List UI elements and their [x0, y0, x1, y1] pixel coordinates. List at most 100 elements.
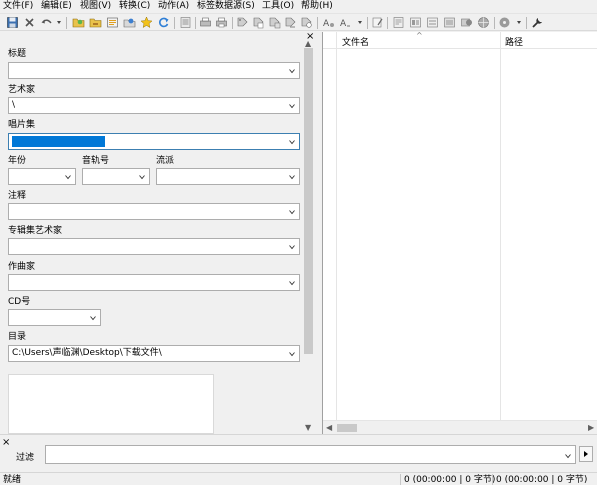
text-format-icon[interactable]: A — [339, 16, 352, 29]
tag-panel-scrollbar[interactable]: ▲ ▼ — [302, 40, 316, 432]
file-list-hscrollbar[interactable]: ◀ ▶ — [323, 420, 597, 434]
web-icon[interactable] — [477, 16, 490, 29]
disc-icon[interactable] — [498, 16, 511, 29]
toolbar-separator — [317, 17, 318, 29]
scrollbar-thumb[interactable] — [304, 48, 313, 354]
tag-panel: × 标题 艺术家 \ 唱片集 年份 音轨号 流派 注释 专辑集艺术家 作曲家 C… — [0, 32, 318, 434]
play-icon — [584, 451, 588, 457]
album-artist-field[interactable] — [8, 238, 300, 255]
print-icon[interactable] — [199, 16, 212, 29]
title-field[interactable] — [8, 62, 300, 79]
menu-convert[interactable]: 转换(C) — [119, 0, 150, 13]
toolbar-separator — [195, 17, 196, 29]
favorite-icon[interactable] — [140, 16, 153, 29]
case-conversion-icon[interactable]: A — [322, 16, 335, 29]
status-separator — [400, 474, 401, 485]
sort-ascending-icon: ^ — [416, 31, 423, 40]
chevron-down-icon[interactable] — [289, 139, 295, 145]
tag-to-filename-icon[interactable] — [236, 16, 249, 29]
file-list[interactable]: 文件名 ^ 路径 ◀ ▶ — [322, 31, 597, 434]
filter-close-button[interactable]: × — [2, 438, 10, 448]
album-field[interactable] — [8, 133, 300, 150]
column-divider[interactable] — [500, 32, 501, 422]
disc-label: CD号 — [8, 297, 31, 307]
tools-icon[interactable] — [531, 16, 544, 29]
undo-icon[interactable] — [40, 16, 53, 29]
disc-dropdown-icon[interactable] — [517, 21, 521, 24]
chevron-down-icon[interactable] — [565, 452, 571, 459]
artist-label: 艺术家 — [8, 85, 36, 95]
chevron-down-icon[interactable] — [289, 68, 295, 74]
comment-label: 注释 — [8, 191, 27, 201]
open-folder-icon[interactable] — [72, 16, 85, 29]
menu-tag-sources[interactable]: 标签数据源(S) — [197, 0, 255, 13]
tag-to-filename-advanced-icon[interactable] — [300, 16, 313, 29]
menu-view[interactable]: 视图(V) — [80, 0, 111, 13]
column-filename[interactable]: 文件名 — [342, 35, 369, 48]
status-ready: 就绪 — [3, 475, 22, 485]
column-path[interactable]: 路径 — [505, 35, 523, 48]
options-icon[interactable] — [426, 16, 439, 29]
filter-icon[interactable] — [409, 16, 422, 29]
edit-note-icon[interactable] — [371, 16, 384, 29]
status-total: 0 (00:00:00 | 0 字节) — [496, 475, 588, 485]
chevron-down-icon[interactable] — [289, 244, 295, 250]
save-icon[interactable] — [6, 16, 19, 29]
status-selected: 0 (00:00:00 | 0 字节) — [404, 475, 496, 485]
year-field[interactable] — [8, 168, 76, 185]
apply-filter-button[interactable] — [579, 446, 593, 462]
comment-field[interactable] — [8, 203, 300, 220]
toolbar-separator — [387, 17, 388, 29]
playlist-icon[interactable] — [460, 16, 473, 29]
status-separator — [492, 474, 493, 485]
print-preview-icon[interactable] — [215, 16, 228, 29]
tag-to-tag-icon[interactable] — [268, 16, 281, 29]
filename-to-tag-icon[interactable] — [252, 16, 265, 29]
filter-input[interactable] — [45, 445, 576, 464]
text-to-tag-icon[interactable] — [284, 16, 297, 29]
tag-panel-icon[interactable] — [443, 16, 456, 29]
chevron-down-icon[interactable] — [90, 315, 96, 321]
composer-field[interactable] — [8, 274, 300, 291]
toolbar: A A — [0, 13, 597, 31]
directory-label: 目录 — [8, 332, 27, 342]
chevron-down-icon[interactable] — [289, 174, 295, 180]
refresh-icon[interactable] — [157, 16, 170, 29]
scroll-up-icon[interactable]: ▲ — [305, 40, 311, 48]
scroll-down-icon[interactable]: ▼ — [305, 424, 311, 432]
chevron-down-icon[interactable] — [289, 280, 295, 286]
toolbar-separator — [526, 17, 527, 29]
chevron-down-icon[interactable] — [289, 103, 295, 109]
menu-tools[interactable]: 工具(O) — [262, 0, 294, 13]
export-icon[interactable] — [123, 16, 136, 29]
save-playlist-icon[interactable] — [106, 16, 119, 29]
scroll-right-icon[interactable]: ▶ — [588, 424, 594, 432]
text-format-dropdown-icon[interactable] — [358, 21, 362, 24]
list-icon[interactable] — [179, 16, 192, 29]
delete-icon[interactable] — [23, 16, 36, 29]
toolbar-separator — [66, 17, 67, 29]
chevron-down-icon[interactable] — [65, 174, 71, 180]
scrollbar-thumb[interactable] — [337, 424, 357, 432]
open-folder-tree-icon[interactable] — [89, 16, 102, 29]
menu-help[interactable]: 帮助(H) — [301, 0, 333, 13]
chevron-down-icon[interactable] — [289, 351, 295, 357]
menu-edit[interactable]: 编辑(E) — [41, 0, 72, 13]
menu-action[interactable]: 动作(A) — [158, 0, 189, 13]
scroll-left-icon[interactable]: ◀ — [326, 424, 332, 432]
track-field[interactable] — [82, 168, 150, 185]
artist-field[interactable]: \ — [8, 97, 300, 114]
chevron-down-icon[interactable] — [139, 174, 145, 180]
export-playlist-icon[interactable] — [392, 16, 405, 29]
directory-field[interactable]: C:\Users\声临渊\Desktop\下载文件\ — [8, 345, 300, 362]
filter-label: 过滤 — [16, 453, 35, 463]
undo-dropdown-icon[interactable] — [57, 21, 61, 24]
svg-text:A: A — [340, 19, 347, 29]
toolbar-separator — [367, 17, 368, 29]
menu-file[interactable]: 文件(F) — [3, 0, 33, 13]
disc-field[interactable] — [8, 309, 101, 326]
genre-field[interactable] — [156, 168, 300, 185]
cover-art-area[interactable] — [8, 374, 214, 434]
toolbar-separator — [174, 17, 175, 29]
chevron-down-icon[interactable] — [289, 209, 295, 215]
